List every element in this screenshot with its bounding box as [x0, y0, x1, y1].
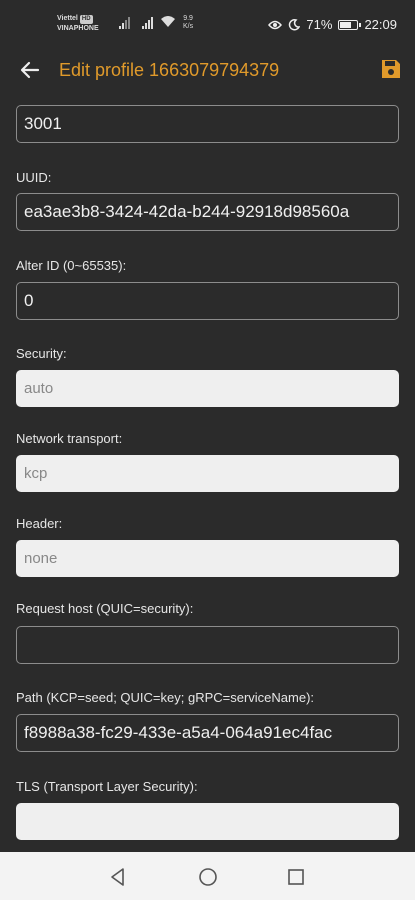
path-field[interactable]: f8988a38-fc29-433e-a5a4-064a91ec4fac: [16, 714, 399, 752]
security-label: Security:: [16, 346, 67, 361]
carrier-1: Viettel: [57, 15, 78, 22]
battery-icon: [338, 19, 362, 30]
alter-id-label: Alter ID (0~65535):: [16, 258, 127, 273]
tls-select[interactable]: [16, 803, 399, 840]
header-label: Header:: [16, 516, 63, 531]
network-select[interactable]: kcp: [16, 455, 399, 492]
battery-percent: 71%: [306, 17, 333, 32]
save-icon[interactable]: [380, 58, 402, 80]
signal-1-icon: [119, 17, 130, 29]
nav-recents-icon[interactable]: [285, 866, 307, 888]
status-bar: Viettel HD VINAPHONE 9.9 K/s 71% 22:09: [0, 0, 415, 50]
request-host-field[interactable]: [16, 626, 399, 664]
nav-back-icon[interactable]: [107, 866, 129, 888]
moon-icon: [289, 18, 301, 31]
path-label: Path (KCP=seed; QUIC=key; gRPC=serviceNa…: [16, 690, 315, 705]
alter-id-field[interactable]: 0: [16, 282, 399, 320]
port-field[interactable]: 3001: [16, 105, 399, 143]
clock: 22:09: [364, 17, 397, 32]
hd-badge: HD: [79, 15, 93, 24]
signal-2-icon: [142, 17, 153, 29]
speed-value: 9.9: [183, 15, 193, 22]
tls-label: TLS (Transport Layer Security):: [16, 779, 198, 794]
network-label: Network transport:: [16, 431, 123, 446]
uuid-label: UUID:: [16, 170, 52, 185]
app-bar: Edit profile 1663079794379: [0, 50, 415, 95]
carrier-info: Viettel HD VINAPHONE: [57, 14, 99, 33]
security-select[interactable]: auto: [16, 370, 399, 407]
request-host-label: Request host (QUIC=security):: [16, 601, 194, 616]
battery-fill: [340, 21, 352, 28]
eye-icon: [268, 20, 283, 29]
network-speed: 9.9 K/s: [183, 15, 193, 31]
status-right: 71% 22:09: [268, 17, 397, 32]
uuid-field[interactable]: ea3ae3b8-3424-42da-b244-92918d98560a: [16, 193, 399, 231]
carrier-2: VINAPHONE: [57, 25, 99, 32]
speed-unit: K/s: [183, 23, 194, 30]
page-title: Edit profile 1663079794379: [59, 60, 280, 80]
nav-home-icon[interactable]: [197, 866, 219, 888]
wifi-icon: [161, 16, 175, 27]
back-arrow-icon[interactable]: [18, 58, 42, 82]
system-nav-bar: [0, 852, 415, 900]
header-select[interactable]: none: [16, 540, 399, 577]
